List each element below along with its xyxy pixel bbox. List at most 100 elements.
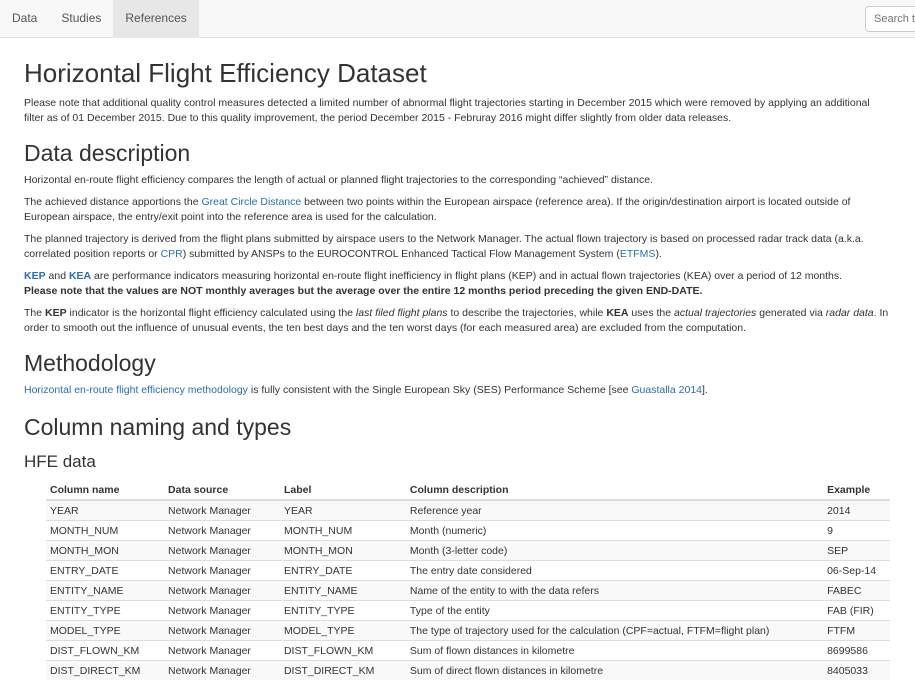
table-cell: 8405033 <box>823 660 890 680</box>
great-circle-distance-link[interactable]: Great Circle Distance <box>201 196 301 208</box>
table-cell: DIST_FLOWN_KM <box>279 640 406 661</box>
table-cell: Name of the entity to with the data refe… <box>405 580 824 601</box>
table-body: YEAR Network Manager YEAR Reference year 201… <box>46 499 890 680</box>
text: ]. <box>702 384 708 396</box>
page-title: Horizontal Flight Efficiency Dataset <box>24 58 427 88</box>
methodology-heading: Methodology <box>24 350 156 376</box>
table-cell: FAB (FIR) <box>823 600 890 621</box>
table-cell: 06-Sep-14 <box>823 560 890 581</box>
table-cell: Network Manager <box>164 660 280 680</box>
table-cell: FABEC <box>823 580 890 601</box>
table-cell: 2014 <box>823 499 890 521</box>
methodology-link[interactable]: Horizontal en-route flight efficiency me… <box>24 384 248 396</box>
search-input[interactable] <box>865 6 915 32</box>
hfe-table-wrapper: Column name Data source Label Column des… <box>24 480 891 680</box>
tab-references[interactable]: References <box>113 0 199 38</box>
text: generated via <box>756 307 826 319</box>
table-row: ENTRY_DATE Network Manager ENTRY_DATE The e… <box>46 560 890 581</box>
table-cell: Network Manager <box>164 600 280 621</box>
table-row: ENTITY_TYPE Network Manager ENTITY_TYPE Typ… <box>46 600 890 621</box>
top-navbar: Data Studies References <box>0 0 915 38</box>
table-cell: Network Manager <box>164 620 280 641</box>
table-row: ENTITY_NAME Network Manager ENTITY_NAME Nam… <box>46 580 890 601</box>
table-cell: MONTH_NUM <box>46 520 165 541</box>
table-cell: MONTH_MON <box>46 540 165 561</box>
table-cell: SEP <box>823 540 890 561</box>
table-cell: ENTITY_NAME <box>279 580 406 601</box>
table-cell: Network Manager <box>164 560 280 581</box>
table-header-row: Column name Data source Label Column des… <box>46 480 890 501</box>
table-cell: Network Manager <box>164 499 280 521</box>
term: actual trajectories <box>674 307 757 319</box>
nav-tabs: Data Studies References <box>0 0 915 38</box>
table-cell: DIST_FLOWN_KM <box>46 640 165 661</box>
tab-studies[interactable]: Studies <box>49 0 113 38</box>
table-cell: ENTITY_NAME <box>46 580 165 601</box>
hfe-data-heading: HFE data <box>24 452 96 471</box>
table-cell: Network Manager <box>164 580 280 601</box>
table-cell: ENTITY_TYPE <box>279 600 406 621</box>
hfe-columns-table: Column name Data source Label Column des… <box>46 480 890 680</box>
table-row: DIST_FLOWN_KM Network Manager DIST_FLOWN_K… <box>46 640 890 661</box>
table-cell: ENTRY_DATE <box>279 560 406 581</box>
table-cell: Month (numeric) <box>405 520 824 541</box>
table-cell: MODEL_TYPE <box>279 620 406 641</box>
guastalla-link[interactable]: Guastalla 2014 <box>631 384 702 396</box>
term: last filed flight plans <box>355 307 448 319</box>
table-cell: YEAR <box>279 499 406 521</box>
kep-term: KEP <box>45 307 67 319</box>
description-paragraph-4: KEP and KEA are performance indicators m… <box>24 269 891 299</box>
description-paragraph-1: Horizontal en-route flight efficiency co… <box>24 174 653 186</box>
table-row: MODEL_TYPE Network Manager MODEL_TYPE The t… <box>46 620 890 641</box>
description-paragraph-3: The planned trajectory is derived from t… <box>24 232 891 262</box>
table-cell: MODEL_TYPE <box>46 620 165 641</box>
methodology-paragraph: Horizontal en-route flight efficiency me… <box>24 383 891 398</box>
table-cell: DIST_DIRECT_KM <box>46 660 165 680</box>
description-paragraph-2: The achieved distance apportions the Gre… <box>24 195 891 225</box>
table-row: MONTH_NUM Network Manager MONTH_NUM Month (… <box>46 520 890 541</box>
column-header: Data source <box>164 480 280 501</box>
data-description-heading: Data description <box>24 140 191 166</box>
table-cell: 9 <box>823 520 890 541</box>
etfms-link[interactable]: ETFMS <box>620 248 656 260</box>
text: are performance indicators measuring hor… <box>91 270 843 282</box>
text: ) submitted by ANSPs to the EUROCONTROL … <box>182 248 620 260</box>
table-cell: Network Manager <box>164 640 280 661</box>
column-header: Label <box>279 480 406 501</box>
text: is fully consistent with the Single Euro… <box>247 384 632 396</box>
kea-link[interactable]: KEA <box>69 270 91 282</box>
table-cell: Sum of flown distances in kilometre <box>405 640 824 661</box>
table-cell: MONTH_NUM <box>279 520 406 541</box>
table-cell: MONTH_MON <box>279 540 406 561</box>
kea-term: KEA <box>606 307 629 319</box>
table-cell: The type of trajectory used for the calc… <box>405 620 824 641</box>
column-header: Example <box>823 480 890 501</box>
table-cell: ENTITY_TYPE <box>46 600 165 621</box>
text: ). <box>655 248 662 260</box>
table-cell: Type of the entity <box>405 600 824 621</box>
text: uses the <box>628 307 675 319</box>
averages-note: Please note that the values are NOT mont… <box>24 285 703 297</box>
term: radar data <box>825 307 874 319</box>
table-cell: Month (3-letter code) <box>405 540 824 561</box>
text: The <box>24 307 46 319</box>
table-row: YEAR Network Manager YEAR Reference year 201… <box>46 499 890 521</box>
table-row: DIST_DIRECT_KM Network Manager DIST_DIRECT… <box>46 660 890 680</box>
table-cell: The entry date considered <box>405 560 824 581</box>
cpr-link[interactable]: CPR <box>161 248 183 260</box>
table-row: MONTH_MON Network Manager MONTH_MON Month (… <box>46 540 890 561</box>
kep-link[interactable]: KEP <box>24 270 46 282</box>
table-cell: Reference year <box>405 499 824 521</box>
table-cell: YEAR <box>46 499 165 521</box>
main-content: Horizontal Flight Efficiency Dataset Ple… <box>0 58 915 680</box>
text: and <box>45 270 69 282</box>
text: to describe the trajectories, while <box>447 307 607 319</box>
quality-notice: Please note that additional quality cont… <box>24 97 870 124</box>
table-cell: FTFM <box>823 620 890 641</box>
table-cell: Network Manager <box>164 540 280 561</box>
text: The achieved distance apportions the <box>24 196 202 208</box>
description-paragraph-5: The KEP indicator is the horizontal flig… <box>24 306 891 336</box>
tab-data[interactable]: Data <box>0 0 49 38</box>
table-cell: Sum of direct flown distances in kilomet… <box>405 660 824 680</box>
column-naming-heading: Column naming and types <box>24 414 292 440</box>
